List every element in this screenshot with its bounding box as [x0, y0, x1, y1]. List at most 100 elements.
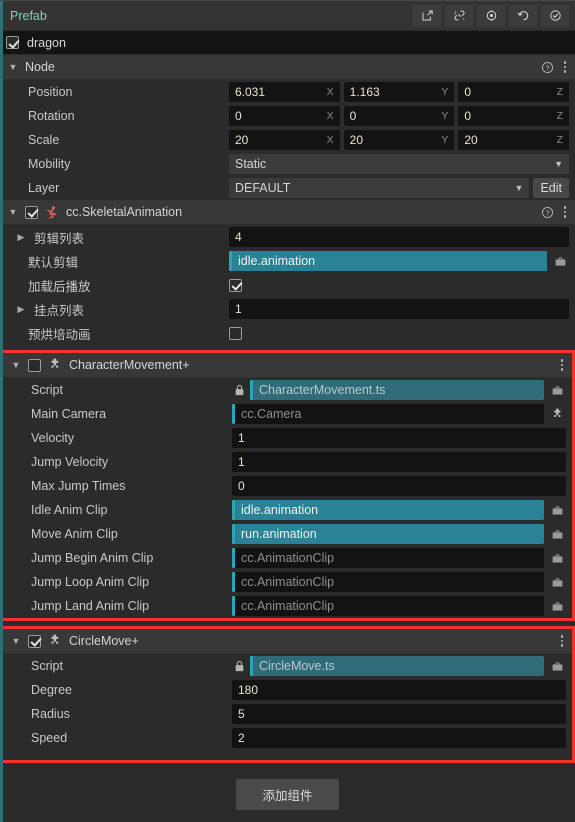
- character-movement-title: CharacterMovement+: [69, 358, 190, 372]
- node-section-body: Position 6.031 X 1.163 Y 0 Z Rotation 0 …: [0, 80, 575, 200]
- revert-prefab-button[interactable]: [509, 4, 537, 27]
- asset-picker-icon: [552, 529, 562, 539]
- scale-z-input[interactable]: 20 Z: [458, 130, 570, 150]
- node-menu-icon[interactable]: [563, 61, 567, 73]
- default-clip-picker-button[interactable]: [551, 251, 569, 271]
- circ-degree-input[interactable]: 180: [232, 680, 566, 700]
- axis-x-label: X: [326, 86, 334, 98]
- circle-move-enabled-checkbox[interactable]: [28, 634, 41, 648]
- cm-jump-velocity-label: Jump Velocity: [31, 455, 109, 469]
- sockets-array-value: 1: [235, 302, 242, 316]
- node-name-row[interactable]: dragon: [0, 31, 575, 55]
- rotation-z-value: 0: [464, 109, 472, 123]
- cm-script-field[interactable]: CharacterMovement.ts: [250, 380, 544, 400]
- cm-max-jump-times-label: Max Jump Times: [31, 479, 126, 493]
- position-y-input[interactable]: 1.163 Y: [343, 82, 455, 102]
- rotation-x-input[interactable]: 0 X: [229, 106, 340, 126]
- cm-jump-land-anim-field[interactable]: cc.AnimationClip: [232, 596, 544, 616]
- prefab-label: Prefab: [10, 8, 47, 23]
- circ-speed-input[interactable]: 2: [232, 728, 566, 748]
- broken-link-icon: [453, 10, 465, 21]
- asset-picker-icon: [552, 385, 562, 395]
- circ-script-field[interactable]: CircleMove.ts: [250, 656, 544, 676]
- rotation-row: Rotation 0 X 0 Y 0 Z: [0, 104, 575, 128]
- prefab-actions: [413, 4, 575, 27]
- node-section-header[interactable]: ▼ Node ?: [0, 55, 575, 80]
- circle-move-body: Script CircleMove.ts Degree 180 Radius 5…: [3, 654, 572, 760]
- cm-script-lock: [232, 384, 246, 396]
- cm-main-camera-field[interactable]: cc.Camera: [232, 404, 544, 424]
- character-movement-header[interactable]: ▼ CharacterMovement+: [3, 353, 572, 378]
- chevron-down-icon[interactable]: ▼: [11, 636, 21, 646]
- skeletal-animation-menu-icon[interactable]: [563, 206, 567, 218]
- play-on-load-row: 加载后播放: [0, 273, 575, 297]
- layer-select[interactable]: DEFAULT ▼: [229, 178, 530, 198]
- lock-icon: [235, 384, 243, 396]
- skeletal-animation-enabled-checkbox[interactable]: [25, 205, 38, 219]
- edit-prefab-button[interactable]: [413, 4, 441, 27]
- rotation-y-input[interactable]: 0 Y: [343, 106, 455, 126]
- layer-edit-button[interactable]: Edit: [533, 178, 569, 198]
- character-movement-enabled-checkbox[interactable]: [28, 358, 41, 372]
- cm-jump-begin-anim-picker-button[interactable]: [548, 548, 566, 568]
- scale-y-input[interactable]: 20 Y: [343, 130, 455, 150]
- clips-array-row: ▶ 剪辑列表 4: [0, 225, 575, 249]
- cm-move-anim-field[interactable]: run.animation: [232, 524, 544, 544]
- locate-prefab-button[interactable]: [477, 4, 505, 27]
- position-row: Position 6.031 X 1.163 Y 0 Z: [0, 80, 575, 104]
- cm-jump-land-anim-picker-button[interactable]: [548, 596, 566, 616]
- cm-jump-loop-anim-field[interactable]: cc.AnimationClip: [232, 572, 544, 592]
- skeletal-animation-title: cc.SkeletalAnimation: [66, 205, 183, 219]
- skeletal-animation-header[interactable]: ▼ cc.SkeletalAnimation ?: [0, 200, 575, 225]
- default-clip-field[interactable]: idle.animation: [229, 251, 547, 271]
- prefab-toolbar: Prefab: [0, 1, 575, 31]
- circ-degree-row: Degree 180: [3, 678, 572, 702]
- prebake-checkbox[interactable]: [229, 326, 242, 340]
- circ-degree-value: 180: [238, 683, 259, 697]
- clips-array-count[interactable]: 4: [229, 227, 569, 247]
- circle-move-menu-icon[interactable]: [560, 635, 564, 647]
- position-z-input[interactable]: 0 Z: [458, 82, 570, 102]
- circle-move-header[interactable]: ▼ CircleMove+: [3, 629, 572, 654]
- apply-prefab-button[interactable]: [541, 4, 569, 27]
- circ-radius-input[interactable]: 5: [232, 704, 566, 724]
- circ-script-picker-button[interactable]: [548, 656, 566, 676]
- rotation-z-input[interactable]: 0 Z: [458, 106, 570, 126]
- cm-script-picker-button[interactable]: [548, 380, 566, 400]
- cm-velocity-input[interactable]: 1: [232, 428, 566, 448]
- cm-max-jump-times-input[interactable]: 0: [232, 476, 566, 496]
- cm-move-anim-picker-button[interactable]: [548, 524, 566, 544]
- help-icon[interactable]: ?: [541, 206, 554, 219]
- character-movement-menu-icon[interactable]: [560, 359, 564, 371]
- chevron-right-icon[interactable]: ▶: [14, 304, 28, 315]
- chevron-right-icon[interactable]: ▶: [14, 232, 28, 243]
- cm-main-camera-picker-button[interactable]: [548, 404, 566, 424]
- cm-idle-anim-picker-button[interactable]: [548, 500, 566, 520]
- sockets-array-count[interactable]: 1: [229, 299, 569, 319]
- play-on-load-label: 加载后播放: [28, 279, 91, 294]
- character-movement-body: Script CharacterMovement.ts Main Camera …: [3, 378, 572, 618]
- cm-idle-anim-value: idle.animation: [241, 503, 319, 517]
- node-picker-icon: [553, 407, 560, 417]
- cm-jump-begin-anim-field[interactable]: cc.AnimationClip: [232, 548, 544, 568]
- chevron-down-icon[interactable]: ▼: [11, 360, 21, 370]
- node-enabled-checkbox[interactable]: [6, 36, 19, 49]
- mobility-select[interactable]: Static ▼: [229, 154, 569, 174]
- circ-speed-value: 2: [238, 731, 245, 745]
- chevron-down-icon[interactable]: ▼: [8, 207, 18, 217]
- scale-x-input[interactable]: 20 X: [229, 130, 340, 150]
- cm-idle-anim-field[interactable]: idle.animation: [232, 500, 544, 520]
- cm-jump-loop-anim-picker-button[interactable]: [548, 572, 566, 592]
- help-icon[interactable]: ?: [541, 61, 554, 74]
- sockets-array-label-wrap: ▶ 挂点列表: [14, 300, 229, 319]
- unlink-prefab-button[interactable]: [445, 4, 473, 27]
- play-on-load-checkbox[interactable]: [229, 278, 242, 292]
- chevron-down-icon[interactable]: ▼: [8, 62, 18, 72]
- clips-array-value: 4: [235, 230, 242, 244]
- prebake-label: 预烘培动画: [28, 327, 91, 342]
- position-x-input[interactable]: 6.031 X: [229, 82, 340, 102]
- add-component-button[interactable]: 添加组件: [236, 779, 339, 810]
- asset-picker-icon: [555, 256, 565, 266]
- mobility-row: Mobility Static ▼: [0, 152, 575, 176]
- cm-jump-velocity-input[interactable]: 1: [232, 452, 566, 472]
